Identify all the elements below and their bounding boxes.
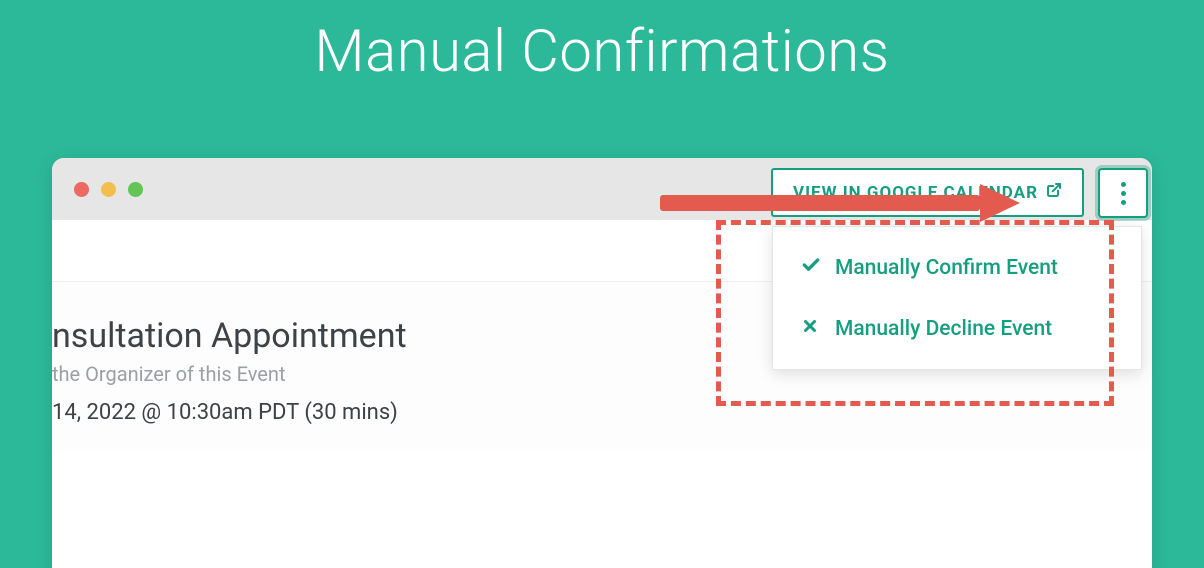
event-datetime: 14, 2022 @ 10:30am PDT (30 mins) [52, 400, 1128, 425]
more-actions-menu: Manually Confirm Event Manually Decline … [772, 226, 1142, 370]
decline-label: Manually Decline Event [835, 317, 1052, 341]
page-title: Manual Confirmations [0, 18, 1204, 86]
external-link-icon [1046, 182, 1062, 203]
view-in-google-calendar-button[interactable]: VIEW IN GOOGLE CALENDAR [771, 168, 1084, 217]
event-action-bar: VIEW IN GOOGLE CALENDAR [771, 168, 1148, 218]
window-close-icon[interactable] [74, 182, 89, 197]
x-icon [801, 317, 821, 341]
manually-confirm-menu-item[interactable]: Manually Confirm Event [773, 237, 1141, 299]
confirm-label: Manually Confirm Event [835, 256, 1058, 280]
kebab-dot-icon [1121, 182, 1126, 187]
more-actions-button[interactable] [1098, 168, 1148, 218]
manually-decline-menu-item[interactable]: Manually Decline Event [773, 299, 1141, 359]
window-maximize-icon[interactable] [128, 182, 143, 197]
view-calendar-label: VIEW IN GOOGLE CALENDAR [793, 183, 1038, 203]
kebab-dot-icon [1121, 191, 1126, 196]
check-icon [801, 255, 821, 281]
window-minimize-icon[interactable] [101, 182, 116, 197]
kebab-dot-icon [1121, 200, 1126, 205]
